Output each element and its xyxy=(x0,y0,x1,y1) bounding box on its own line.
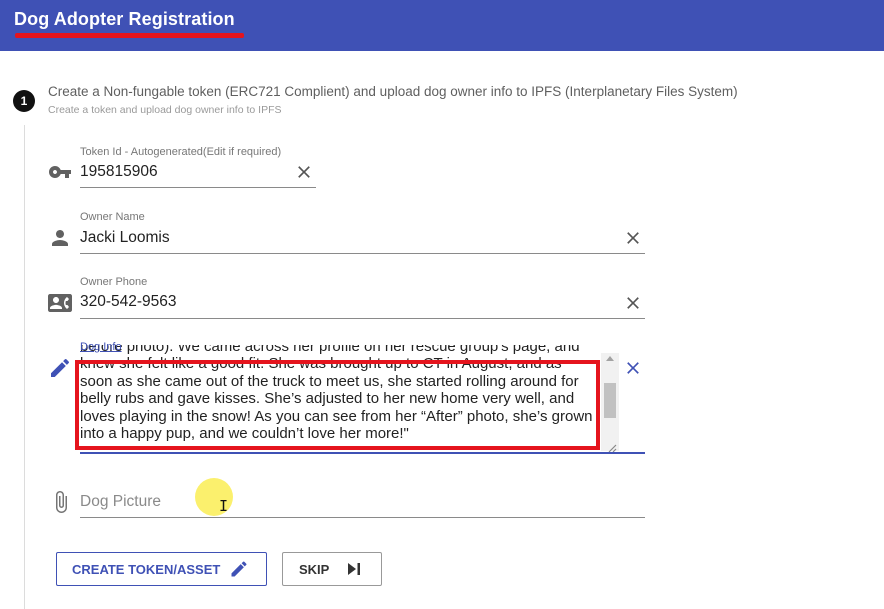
app-bar: Dog Adopter Registration xyxy=(0,0,884,51)
stepper-connector-line xyxy=(24,125,25,609)
owner-phone-underline xyxy=(80,318,645,319)
step-number-badge: 1 xyxy=(13,90,35,112)
dog-info-scrollbar[interactable] xyxy=(601,353,619,451)
skip-next-icon xyxy=(346,561,362,577)
annotation-highlight-box xyxy=(75,360,600,450)
token-id-underline xyxy=(80,187,316,188)
owner-name-underline xyxy=(80,253,645,254)
dog-picture-input[interactable]: Dog Picture xyxy=(80,493,161,511)
create-token-label: CREATE TOKEN/ASSET xyxy=(72,561,221,577)
dog-info-label: Dog Info xyxy=(80,341,122,353)
pencil-icon xyxy=(48,356,72,380)
create-token-button[interactable]: CREATE TOKEN/ASSET xyxy=(56,552,267,586)
pencil-icon xyxy=(229,559,249,579)
token-id-input[interactable]: 195815906 xyxy=(80,163,158,181)
app-title: Dog Adopter Registration xyxy=(14,9,235,29)
clear-owner-name-icon[interactable] xyxy=(623,228,643,248)
dog-picture-underline xyxy=(80,517,645,518)
token-id-label: Token Id - Autogenerated(Edit if require… xyxy=(80,146,282,158)
scrollbar-thumb[interactable] xyxy=(604,383,616,418)
step-subtitle: Create a token and upload dog owner info… xyxy=(48,104,282,116)
owner-name-label: Owner Name xyxy=(80,211,145,223)
text-cursor-icon: I xyxy=(219,497,229,515)
title-highlight-underline xyxy=(15,33,244,38)
step-title[interactable]: Create a Non-fungable token (ERC721 Comp… xyxy=(48,84,738,99)
key-icon xyxy=(48,160,72,184)
person-icon xyxy=(48,226,72,250)
scroll-up-arrow-icon[interactable] xyxy=(606,356,614,361)
owner-phone-label: Owner Phone xyxy=(80,276,148,288)
paperclip-icon xyxy=(49,490,73,514)
clear-token-id-icon[interactable] xyxy=(294,162,314,182)
dog-info-focus-underline xyxy=(80,452,645,454)
clear-dog-info-icon[interactable] xyxy=(623,358,643,378)
owner-name-input[interactable]: Jacki Loomis xyxy=(80,229,170,247)
skip-button[interactable]: SKIP xyxy=(282,552,382,586)
resize-grip-icon[interactable] xyxy=(606,440,617,453)
skip-label: SKIP xyxy=(299,561,330,577)
contact-phone-icon xyxy=(48,291,72,315)
clear-owner-phone-icon[interactable] xyxy=(623,293,643,313)
owner-phone-input[interactable]: 320-542-9563 xyxy=(80,293,177,311)
